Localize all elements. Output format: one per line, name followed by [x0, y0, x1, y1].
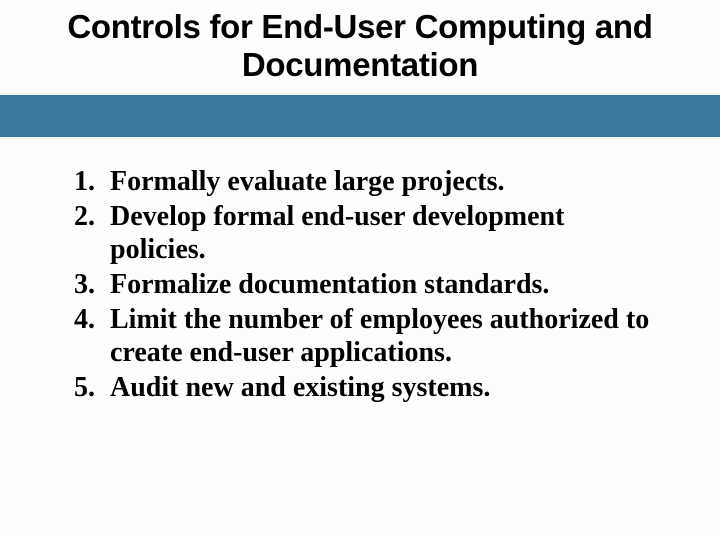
- list-item: Formally evaluate large projects.: [50, 165, 650, 198]
- list-item: Formalize documentation standards.: [50, 268, 650, 301]
- slide: Controls for End-User Computing and Docu…: [0, 0, 720, 540]
- list-item: Limit the number of employees authorized…: [50, 303, 650, 369]
- list-item: Develop formal end-user development poli…: [50, 200, 650, 266]
- numbered-list: Formally evaluate large projects. Develo…: [50, 165, 650, 404]
- list-item: Audit new and existing systems.: [50, 371, 650, 404]
- slide-title: Controls for End-User Computing and Docu…: [0, 0, 720, 84]
- accent-bar: [0, 95, 720, 137]
- list-container: Formally evaluate large projects. Develo…: [50, 165, 650, 406]
